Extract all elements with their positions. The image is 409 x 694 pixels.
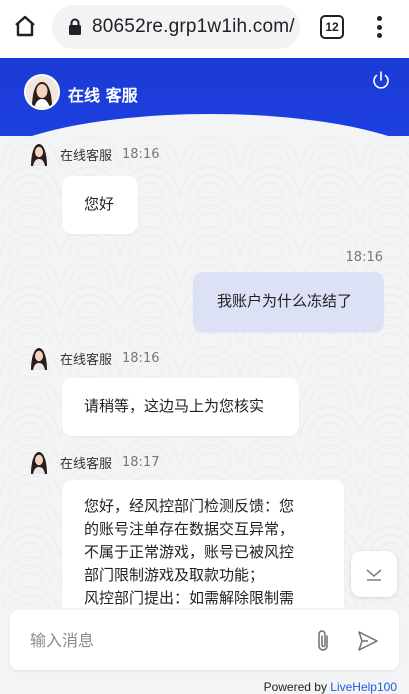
message-bubble: 我账户为什么冻结了 xyxy=(193,272,384,332)
message-time: 18:16 xyxy=(345,250,383,265)
powered-by: Powered by LiveHelp100 xyxy=(264,680,397,694)
browser-toolbar: 80652re.grp1w1ih.com/ 12 xyxy=(0,0,409,58)
agent-mini-avatar xyxy=(31,144,47,166)
power-icon[interactable] xyxy=(370,70,392,92)
chat-title: 在线 客服 xyxy=(68,86,138,105)
message-agent: 在线客服 18:16 请稍等，这边马上为您核实 xyxy=(0,346,409,436)
tab-switcher-button[interactable]: 12 xyxy=(320,15,344,39)
address-bar[interactable]: 80652re.grp1w1ih.com/ xyxy=(52,5,300,49)
agent-name: 在线客服 xyxy=(60,148,113,164)
scroll-down-button[interactable] xyxy=(351,551,397,597)
chevron-down-icon xyxy=(366,569,382,581)
message-line: 不属于正常游戏，账号已被风控 xyxy=(84,543,295,561)
url-text: 80652re.grp1w1ih.com/ xyxy=(92,16,295,37)
agent-avatar xyxy=(24,74,60,110)
agent-name: 在线客服 xyxy=(60,352,113,368)
more-menu-icon[interactable] xyxy=(370,13,388,41)
powered-brand-link[interactable]: LiveHelp100 xyxy=(330,680,397,694)
message-input-box xyxy=(10,610,399,670)
message-bubble: 您好，经风控部门检测反馈：您 的账号注单存在数据交互异常， 不属于正常游戏，账号… xyxy=(62,480,344,608)
message-line: 风控部门提出：如需解除限制需 xyxy=(84,589,295,607)
chat-messages[interactable]: 在线客服 18:16 您好 18:16 我账户为什么冻结了 在线客服 18:16… xyxy=(0,136,409,608)
powered-prefix: Powered by xyxy=(263,680,331,694)
message-time: 18:17 xyxy=(122,454,160,470)
composer: Powered by LiveHelp100 xyxy=(0,608,409,694)
message-time: 18:16 xyxy=(122,146,160,162)
message-agent: 在线客服 18:17 您好，经风控部门检测反馈：您 的账号注单存在数据交互异常，… xyxy=(0,450,409,608)
message-user: 18:16 我账户为什么冻结了 xyxy=(0,246,409,336)
agent-name: 在线客服 xyxy=(60,456,113,472)
agent-mini-avatar xyxy=(31,348,47,370)
message-input[interactable] xyxy=(30,628,290,652)
send-icon[interactable] xyxy=(356,630,380,652)
message-line: 的账号注单存在数据交互异常， xyxy=(84,520,295,538)
lock-icon xyxy=(68,18,82,36)
message-bubble: 请稍等，这边马上为您核实 xyxy=(62,378,299,436)
message-agent: 在线客服 18:16 您好 xyxy=(0,142,409,234)
message-bubble: 您好 xyxy=(62,176,138,234)
home-icon[interactable] xyxy=(12,12,38,40)
message-line: 部门限制游戏及取款功能； xyxy=(84,566,265,584)
message-line: 您好，经风控部门检测反馈：您 xyxy=(84,497,295,515)
message-time: 18:16 xyxy=(122,350,160,366)
chat-header: 在线 客服 xyxy=(0,58,409,136)
paperclip-icon[interactable] xyxy=(312,628,334,654)
agent-mini-avatar xyxy=(31,452,47,474)
